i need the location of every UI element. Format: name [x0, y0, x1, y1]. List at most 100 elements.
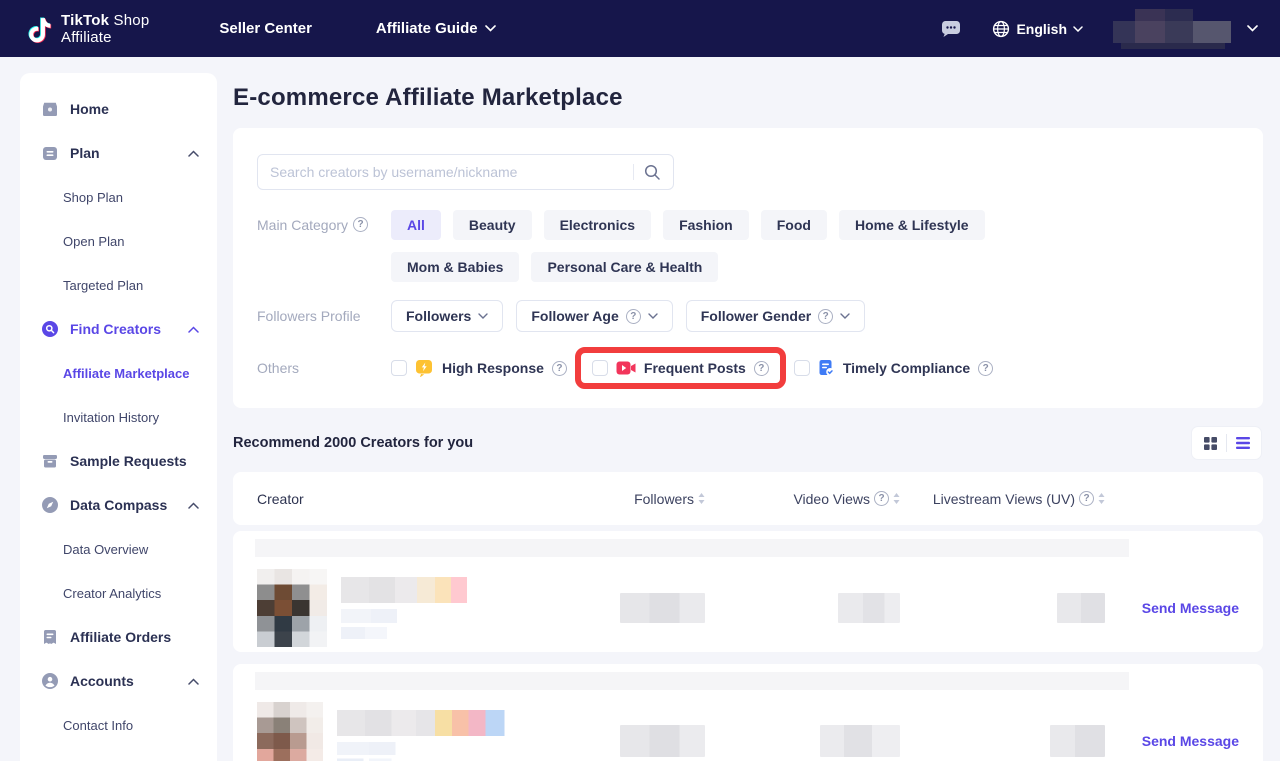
dropdown-label: Followers	[406, 308, 471, 324]
sidebar-item-label: Accounts	[70, 673, 134, 689]
column-livestream-views[interactable]: Livestream Views (UV) ?	[900, 491, 1105, 507]
sidebar-item-data-compass[interactable]: Data Compass	[20, 483, 217, 527]
column-video-views[interactable]: Video Views ?	[705, 491, 900, 507]
video-views-value-blurred	[705, 593, 900, 623]
filter-panel: Main Category ? All Beauty Electronics F…	[233, 128, 1263, 408]
sidebar-item-plan[interactable]: Plan	[20, 131, 217, 175]
creator-cell[interactable]	[257, 569, 525, 647]
timely-compliance-checkbox[interactable]	[794, 360, 810, 376]
nav-seller-center-label: Seller Center	[219, 20, 312, 37]
livestream-views-value-blurred	[900, 725, 1105, 757]
main-category-label: Main Category ?	[257, 210, 391, 282]
sidebar-item-affiliate-marketplace[interactable]: Affiliate Marketplace	[20, 351, 217, 395]
frequent-posts-checkbox[interactable]	[592, 360, 608, 376]
sidebar-item-shop-plan[interactable]: Shop Plan	[20, 175, 217, 219]
category-chip-food[interactable]: Food	[761, 210, 827, 240]
grid-view-button[interactable]	[1195, 430, 1226, 456]
creator-cell[interactable]	[257, 702, 525, 761]
sidebar-item-find-creators[interactable]: Find Creators	[20, 307, 217, 351]
followers-profile-label: Followers Profile	[257, 308, 391, 324]
accounts-icon	[41, 672, 59, 690]
send-message-link[interactable]: Send Message	[1142, 733, 1239, 749]
list-view-icon	[1235, 436, 1251, 450]
sidebar-item-home[interactable]: Home	[20, 87, 217, 131]
others-label-text: Others	[257, 360, 299, 376]
sidebar-item-label: Data Compass	[70, 497, 167, 513]
sidebar-item-affiliate-orders[interactable]: Affiliate Orders	[20, 615, 217, 659]
livestream-views-value-blurred	[900, 593, 1105, 623]
category-chip-all[interactable]: All	[391, 210, 441, 240]
chevron-down-icon	[840, 313, 850, 319]
sidebar-item-label: Data Overview	[63, 542, 148, 557]
nav-affiliate-guide[interactable]: Affiliate Guide	[376, 20, 496, 37]
brand-shop: Shop	[114, 12, 150, 29]
creator-search[interactable]	[257, 154, 674, 190]
follower-age-dropdown[interactable]: Follower Age ?	[516, 300, 672, 332]
sidebar-item-targeted-plan[interactable]: Targeted Plan	[20, 263, 217, 307]
chevron-up-icon	[188, 502, 199, 509]
blurred-avatar	[257, 569, 327, 647]
language-label: English	[1016, 21, 1067, 37]
main-category-label-text: Main Category	[257, 217, 348, 233]
category-chip-beauty[interactable]: Beauty	[453, 210, 532, 240]
sidebar-item-label: Plan	[70, 145, 100, 161]
help-icon[interactable]: ?	[1079, 491, 1094, 506]
nav-seller-center[interactable]: Seller Center	[219, 20, 312, 37]
chat-icon[interactable]	[940, 19, 962, 39]
search-input[interactable]	[270, 164, 627, 180]
main-category-row: Main Category ? All Beauty Electronics F…	[257, 210, 1239, 282]
category-chip-mom-babies[interactable]: Mom & Babies	[391, 252, 519, 282]
help-icon[interactable]: ?	[754, 361, 769, 376]
sidebar-item-contact-info[interactable]: Contact Info	[20, 703, 217, 747]
recommend-row: Recommend 2000 Creators for you	[233, 427, 1261, 459]
help-icon[interactable]: ?	[626, 309, 641, 324]
blurred-content-strip	[255, 539, 1129, 557]
home-icon	[41, 100, 59, 118]
chevron-down-icon	[648, 313, 658, 319]
sidebar-item-label: Shop Plan	[63, 190, 123, 205]
high-response-checkbox[interactable]	[391, 360, 407, 376]
help-icon[interactable]: ?	[353, 217, 368, 232]
language-selector[interactable]: English	[992, 20, 1083, 38]
sidebar-item-invitation-history[interactable]: Invitation History	[20, 395, 217, 439]
account-menu[interactable]	[1113, 9, 1258, 49]
sort-icon[interactable]	[1098, 493, 1105, 504]
sidebar-item-accounts[interactable]: Accounts	[20, 659, 217, 703]
video-views-value-blurred	[705, 725, 900, 757]
sort-icon[interactable]	[698, 493, 705, 504]
brand-affiliate: Affiliate	[61, 29, 149, 46]
help-icon[interactable]: ?	[874, 491, 889, 506]
category-chip-personal-care[interactable]: Personal Care & Health	[531, 252, 718, 282]
sidebar-item-label: Invitation History	[63, 410, 159, 425]
column-label: Followers	[634, 491, 694, 507]
brand-logo[interactable]: TikTok Shop Affiliate	[26, 12, 149, 46]
followers-dropdown[interactable]: Followers	[391, 300, 503, 332]
column-followers[interactable]: Followers	[525, 491, 705, 507]
help-icon[interactable]: ?	[552, 361, 567, 376]
sort-icon[interactable]	[893, 493, 900, 504]
category-chip-home-lifestyle[interactable]: Home & Lifestyle	[839, 210, 985, 240]
dropdown-label: Follower Age	[531, 308, 618, 324]
high-response-label: High Response	[442, 360, 544, 376]
frequent-posts-label: Frequent Posts	[644, 360, 746, 376]
others-row: Others High Response ? Frequent Posts	[257, 354, 1239, 382]
timely-compliance-option: Timely Compliance ?	[794, 359, 993, 377]
data-compass-icon	[41, 496, 59, 514]
help-icon[interactable]: ?	[978, 361, 993, 376]
nav-links: Seller Center Affiliate Guide	[219, 20, 495, 37]
help-icon[interactable]: ?	[818, 309, 833, 324]
page-title: E-commerce Affiliate Marketplace	[233, 84, 1263, 112]
send-message-link[interactable]: Send Message	[1142, 600, 1239, 616]
sample-requests-icon	[41, 452, 59, 470]
list-view-button[interactable]	[1227, 430, 1258, 456]
category-chip-fashion[interactable]: Fashion	[663, 210, 749, 240]
follower-gender-dropdown[interactable]: Follower Gender ?	[686, 300, 865, 332]
search-icon[interactable]	[644, 164, 661, 181]
sidebar-item-creator-analytics[interactable]: Creator Analytics	[20, 571, 217, 615]
sidebar-item-open-plan[interactable]: Open Plan	[20, 219, 217, 263]
sidebar-item-data-overview[interactable]: Data Overview	[20, 527, 217, 571]
chevron-down-icon	[1247, 25, 1258, 32]
sidebar-item-sample-requests[interactable]: Sample Requests	[20, 439, 217, 483]
globe-icon	[992, 20, 1010, 38]
category-chip-electronics[interactable]: Electronics	[544, 210, 651, 240]
